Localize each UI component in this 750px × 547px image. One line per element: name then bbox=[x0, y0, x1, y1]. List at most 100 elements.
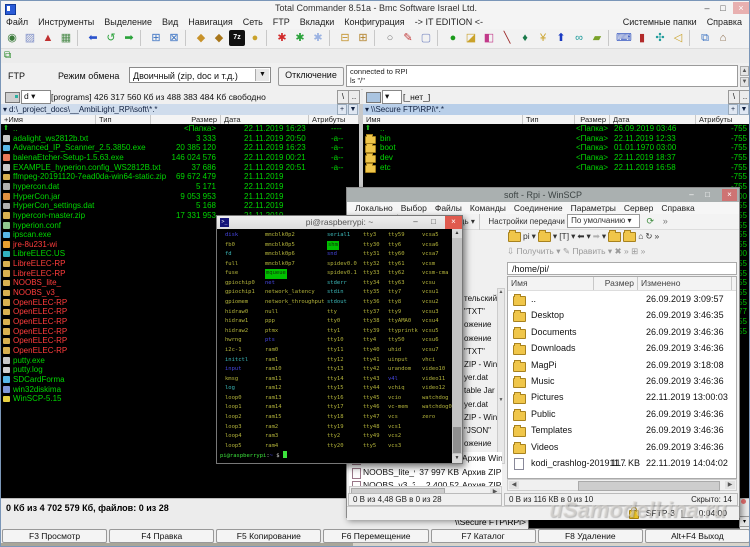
toolbar-icon[interactable]: ⊠ bbox=[166, 30, 182, 46]
remote-path-bar[interactable]: /home/pi/ bbox=[507, 262, 737, 275]
toolbar-icon[interactable]: ◪ bbox=[463, 30, 479, 46]
menu-item[interactable]: Системные папки bbox=[618, 16, 702, 28]
toolbar-icon[interactable]: ⊞ bbox=[148, 30, 164, 46]
drive-select-left[interactable]: d ▾ bbox=[21, 90, 51, 104]
delete-icon[interactable]: ✖ bbox=[615, 246, 622, 256]
toolbar-icon[interactable]: ➡ bbox=[593, 231, 600, 241]
toolbar-icon[interactable]: ✱ bbox=[292, 30, 308, 46]
toolbar-icon[interactable]: ▢ bbox=[418, 30, 434, 46]
toolbar-icon[interactable]: ▰ bbox=[589, 30, 605, 46]
local-vertical-scrollbar[interactable]: ▲▼ bbox=[497, 288, 505, 464]
winscp-titlebar[interactable]: soft - Rpi - WinSCP – □ × bbox=[347, 188, 739, 202]
history-button[interactable]: ▼ bbox=[739, 104, 749, 115]
add-tab-button[interactable]: + bbox=[728, 104, 738, 115]
column-header[interactable]: +Имя bbox=[1, 115, 96, 124]
function-key-button[interactable]: F7 Каталог bbox=[431, 529, 536, 543]
table-row[interactable]: HyperCon.jar9 053 95321.11.2019 bbox=[1, 192, 359, 202]
table-row[interactable]: ffmpeg-20191120-7ead0da-win64-static.zip… bbox=[1, 172, 359, 182]
scrollbar-thumb[interactable] bbox=[453, 427, 461, 453]
toolbar-icon[interactable]: ◉ bbox=[4, 30, 20, 46]
function-key-button[interactable]: Alt+F4 Выход bbox=[645, 529, 750, 543]
toolbar-icon[interactable]: ✎ bbox=[400, 30, 416, 46]
toolbar-icon[interactable]: ⌂ bbox=[638, 231, 643, 241]
menu-item[interactable]: Сервер bbox=[620, 202, 657, 214]
column-header[interactable]: Размер bbox=[151, 115, 221, 124]
toolbar-icon[interactable]: pi bbox=[523, 231, 530, 241]
toolbar-icon[interactable]: ○ bbox=[382, 30, 398, 46]
get-button[interactable]: ⇩ Получить ▾ bbox=[507, 246, 560, 256]
menu-item[interactable]: Вкладки bbox=[295, 16, 340, 28]
toolbar-icon[interactable]: ▾ bbox=[602, 231, 606, 241]
scroll-up-icon[interactable]: ▲ bbox=[452, 229, 462, 238]
toolbar-icon[interactable]: ▾ bbox=[587, 231, 591, 241]
tab-arrow-icon[interactable]: ▾ bbox=[1, 105, 9, 114]
scroll-down-icon[interactable]: ▼ bbox=[452, 454, 462, 463]
path-bar-left[interactable]: ▾d:\_project_docs\__AmbiLight_RPi\soft\*… bbox=[1, 104, 359, 115]
ftp-mode-select[interactable]: Двоичный (zip, doc и т.д.) ▼ bbox=[129, 67, 271, 83]
table-row[interactable]: adalight_ws2812b.txt3 33321.11.2019 20:5… bbox=[1, 134, 359, 144]
menu-item[interactable]: Справка bbox=[702, 16, 747, 28]
table-row[interactable]: -755 bbox=[363, 172, 750, 182]
minimize-button[interactable]: – bbox=[684, 189, 699, 201]
toolbar-icon[interactable]: ▲ bbox=[40, 30, 56, 46]
putty-titlebar[interactable]: >_ pi@raspberrypi: ~ – □ × bbox=[217, 216, 462, 229]
maximize-button[interactable]: □ bbox=[425, 216, 442, 229]
column-header[interactable]: Атрибуты bbox=[309, 115, 359, 124]
table-row[interactable]: ⬆..<Папка>26.09.2019 03:46-755 bbox=[363, 124, 750, 134]
toolbar-icon[interactable]: ➡ bbox=[121, 30, 137, 46]
minimize-button[interactable]: – bbox=[699, 2, 715, 14]
toolbar-icon[interactable]: ⬅ bbox=[577, 231, 584, 241]
list-item[interactable]: NOOBS_v3_3.1.zip2 400 52Архив ZIP - W.. bbox=[349, 479, 502, 486]
folder-icon[interactable] bbox=[538, 232, 551, 242]
menu-item[interactable]: Параметры bbox=[567, 202, 620, 214]
scroll-down-icon[interactable]: ▼ bbox=[740, 77, 749, 87]
toolbar-icon[interactable]: ✱ bbox=[274, 30, 290, 46]
column-header[interactable]: Размер bbox=[594, 277, 638, 290]
table-row[interactable]: ⬆..<Папка>22.11.2019 16:23---- bbox=[1, 124, 359, 134]
toolbar-icon[interactable]: ↻ bbox=[645, 231, 652, 241]
add-tab-button[interactable]: + bbox=[337, 104, 347, 115]
function-key-button[interactable]: F5 Копирование bbox=[216, 529, 321, 543]
column-header[interactable]: Размер bbox=[575, 115, 610, 124]
menu-item[interactable]: Выделение bbox=[99, 16, 157, 28]
list-item[interactable]: Pictures22.11.2019 13:00:03 bbox=[508, 389, 736, 405]
list-item[interactable]: Public26.09.2019 3:46:36 bbox=[508, 406, 736, 422]
column-header[interactable]: Тип bbox=[523, 115, 575, 124]
table-row[interactable]: hypercon.dat5 17122.11.2019 bbox=[1, 182, 359, 192]
toolbar-icon[interactable]: ⬆ bbox=[553, 30, 569, 46]
toolbar-icon[interactable]: ⧉ bbox=[697, 30, 713, 46]
list-item[interactable]: NOOBS_lite_v3_2.zip37 997 KBАрхив ZIP - … bbox=[349, 466, 502, 480]
drive-select-right[interactable]: ▾ bbox=[382, 90, 402, 104]
table-row[interactable]: boot<Папка>01.01.1970 03:00-755 bbox=[363, 143, 750, 153]
close-button[interactable]: × bbox=[733, 2, 749, 14]
history-button[interactable]: ▼ bbox=[348, 104, 358, 115]
table-row[interactable]: bin<Папка>22.11.2019 12:33-755 bbox=[363, 134, 750, 144]
column-header[interactable]: Тип bbox=[96, 115, 151, 124]
table-row[interactable]: dev<Папка>22.11.2019 18:37-755 bbox=[363, 153, 750, 163]
menu-item[interactable]: Выбор bbox=[397, 202, 431, 214]
toolbar-icon[interactable]: ▾ bbox=[571, 231, 575, 241]
toolbar-icon[interactable]: ● bbox=[445, 30, 461, 46]
transfer-settings-select[interactable]: По умолчанию ▾ bbox=[567, 214, 640, 228]
parent-dir-button[interactable]: .. bbox=[348, 90, 360, 104]
column-header[interactable]: Имя bbox=[363, 115, 523, 124]
toolbar-icon[interactable]: ⊟ bbox=[337, 30, 353, 46]
table-row[interactable]: balenaEtcher-Setup-1.5.63.exe146 024 576… bbox=[1, 153, 359, 163]
toolbar-icon[interactable]: » bbox=[654, 231, 659, 241]
path-bar-right[interactable]: ▾\\Secure FTP\RPi\*.* + ▼ bbox=[363, 104, 750, 115]
maximize-button[interactable]: □ bbox=[700, 189, 715, 201]
minimize-button[interactable]: – bbox=[407, 216, 424, 229]
toolbar-icon[interactable]: ⟳ bbox=[644, 214, 657, 228]
column-header[interactable]: Изменено bbox=[638, 277, 732, 290]
toolbar-icon[interactable]: ▾ bbox=[532, 231, 536, 241]
menu-item[interactable]: Файлы bbox=[431, 202, 466, 214]
function-key-button[interactable]: F4 Правка bbox=[109, 529, 214, 543]
toolbar-icon[interactable]: 7z bbox=[229, 30, 245, 46]
list-item[interactable]: Documents26.09.2019 3:46:36 bbox=[508, 324, 736, 340]
table-row[interactable]: Advanced_IP_Scanner_2.5.3850.exe20 385 1… bbox=[1, 143, 359, 153]
menu-item[interactable]: FTP bbox=[268, 16, 295, 28]
function-key-button[interactable]: F3 Просмотр bbox=[2, 529, 107, 543]
table-row[interactable]: etc<Папка>22.11.2019 16:58-755 bbox=[363, 163, 750, 173]
toolbar-icon[interactable]: ● bbox=[247, 30, 263, 46]
toolbar-icon[interactable]: ⌨ bbox=[616, 30, 632, 46]
